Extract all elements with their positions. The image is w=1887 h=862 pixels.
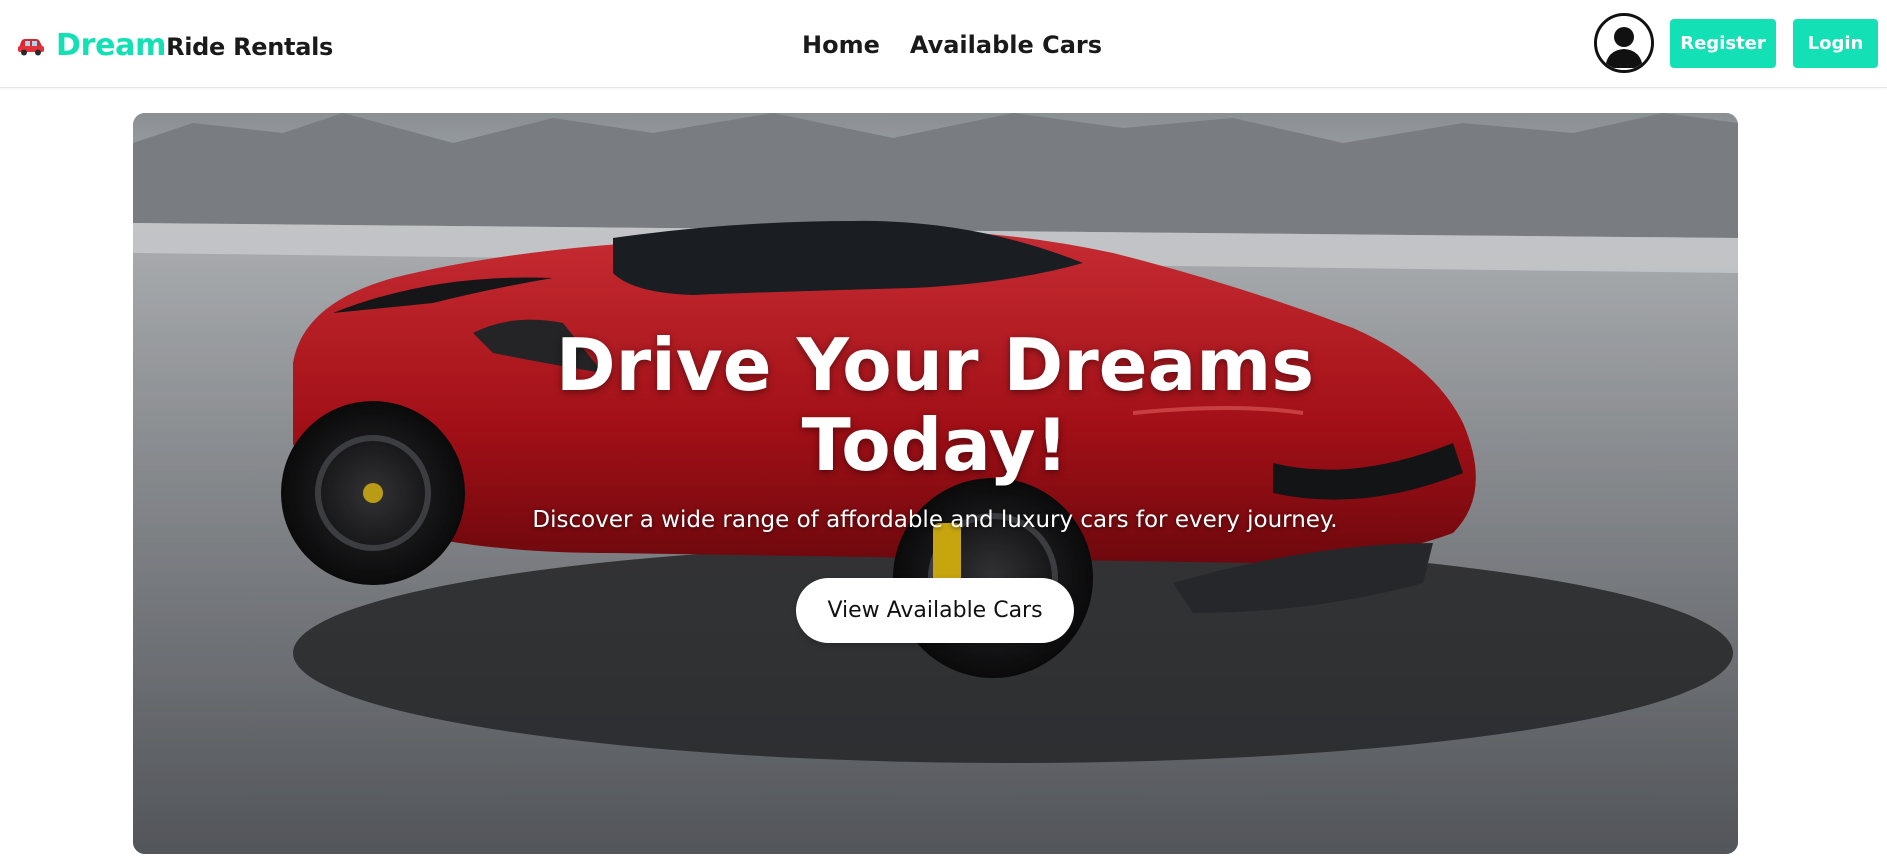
hero-subtitle: Discover a wide range of affordable and …: [532, 507, 1338, 533]
brand-name-rest: Ride Rentals: [166, 32, 334, 61]
navbar: DreamRide Rentals Home Available Cars Re…: [0, 0, 1887, 88]
nav-link-home[interactable]: Home: [802, 31, 880, 59]
red-car-icon: [18, 39, 44, 56]
hero-banner: Drive Your Dreams Today! Discover a wide…: [133, 113, 1738, 854]
hero-title: Drive Your Dreams Today!: [555, 323, 1315, 487]
user-avatar-icon[interactable]: [1594, 13, 1654, 73]
login-button[interactable]: Login: [1793, 19, 1878, 68]
brand-name-accent: Dream: [56, 27, 167, 63]
brand-name: DreamRide Rentals: [56, 28, 333, 63]
register-button[interactable]: Register: [1670, 19, 1776, 68]
brand-logo[interactable]: DreamRide Rentals: [16, 24, 333, 66]
view-available-cars-button[interactable]: View Available Cars: [796, 578, 1074, 643]
main-nav: Home Available Cars: [802, 26, 1102, 64]
nav-link-available-cars[interactable]: Available Cars: [910, 31, 1102, 59]
